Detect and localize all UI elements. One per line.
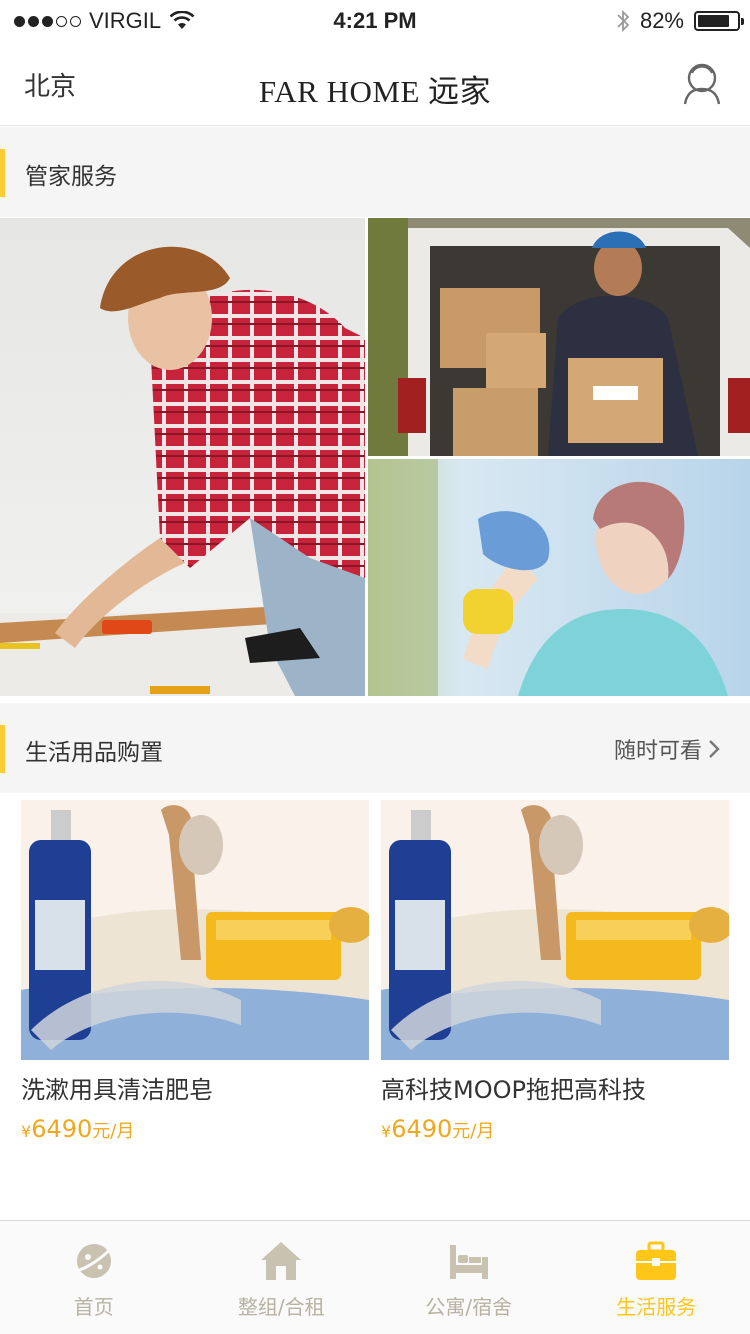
brand-logo: FAR HOME 远家: [258, 74, 492, 109]
user-icon[interactable]: [682, 62, 724, 106]
house-icon: [261, 1242, 302, 1280]
product-image: [381, 800, 729, 1060]
tab-bar: 首页 整组/合租 公寓/宿舍 生活服务: [0, 1220, 750, 1334]
handyman-service-photo[interactable]: [0, 218, 365, 696]
status-bar: VIRGIL 4:21 PM 82%: [0, 0, 750, 40]
cleaning-service-photo[interactable]: [368, 459, 750, 696]
battery-fill: [698, 15, 730, 27]
price-unit: 元/月: [452, 1121, 495, 1142]
chevron-right-icon: [709, 740, 720, 758]
butler-section-title: 管家服务: [25, 164, 117, 190]
product-image: [21, 800, 369, 1060]
see-more-link[interactable]: 随时可看: [614, 733, 720, 765]
tab-label: 整组/合租: [237, 1295, 325, 1319]
nav-bar: 北京 FAR HOME 远家: [0, 40, 750, 126]
product-name: 洗漱用具清洁肥皂: [21, 1076, 213, 1104]
briefcase-icon: [636, 1241, 677, 1280]
tab-life-service[interactable]: 生活服务: [563, 1221, 750, 1334]
product-name: 高科技MOOP拖把高科技: [381, 1076, 646, 1104]
life-section-title: 生活用品购置: [25, 740, 163, 766]
tab-apartment[interactable]: 公寓/宿舍: [375, 1221, 563, 1334]
section-accent-bar: [0, 149, 5, 197]
product-card[interactable]: 洗漱用具清洁肥皂 ¥6490元/月: [21, 800, 369, 1143]
tab-label: 首页: [73, 1295, 114, 1319]
product-price: ¥6490元/月: [21, 1115, 369, 1143]
tab-shared-rent[interactable]: 整组/合租: [188, 1221, 376, 1334]
bluetooth-icon: [617, 9, 630, 33]
see-more-label: 随时可看: [613, 739, 702, 764]
product-price: ¥6490元/月: [381, 1115, 729, 1143]
price-currency: ¥: [381, 1122, 392, 1141]
price-currency: ¥: [21, 1122, 32, 1141]
life-section-header: 生活用品购置 随时可看: [0, 703, 750, 793]
planet-icon: [75, 1244, 113, 1278]
price-amount: 6490: [31, 1115, 93, 1143]
tab-home[interactable]: 首页: [0, 1221, 188, 1334]
status-right: 82%: [616, 8, 744, 34]
battery-percent: 82%: [639, 8, 684, 33]
tab-label: 公寓/宿舍: [425, 1295, 513, 1319]
product-card[interactable]: 高科技MOOP拖把高科技 ¥6490元/月: [381, 800, 729, 1143]
tab-label: 生活服务: [616, 1295, 697, 1319]
section-accent-bar: [0, 725, 5, 773]
moving-service-photo[interactable]: [368, 218, 750, 456]
battery-icon: [694, 11, 744, 31]
bed-icon: [449, 1245, 488, 1279]
price-amount: 6490: [391, 1115, 453, 1143]
butler-section-header: 管家服务: [0, 127, 750, 217]
price-unit: 元/月: [92, 1121, 135, 1142]
